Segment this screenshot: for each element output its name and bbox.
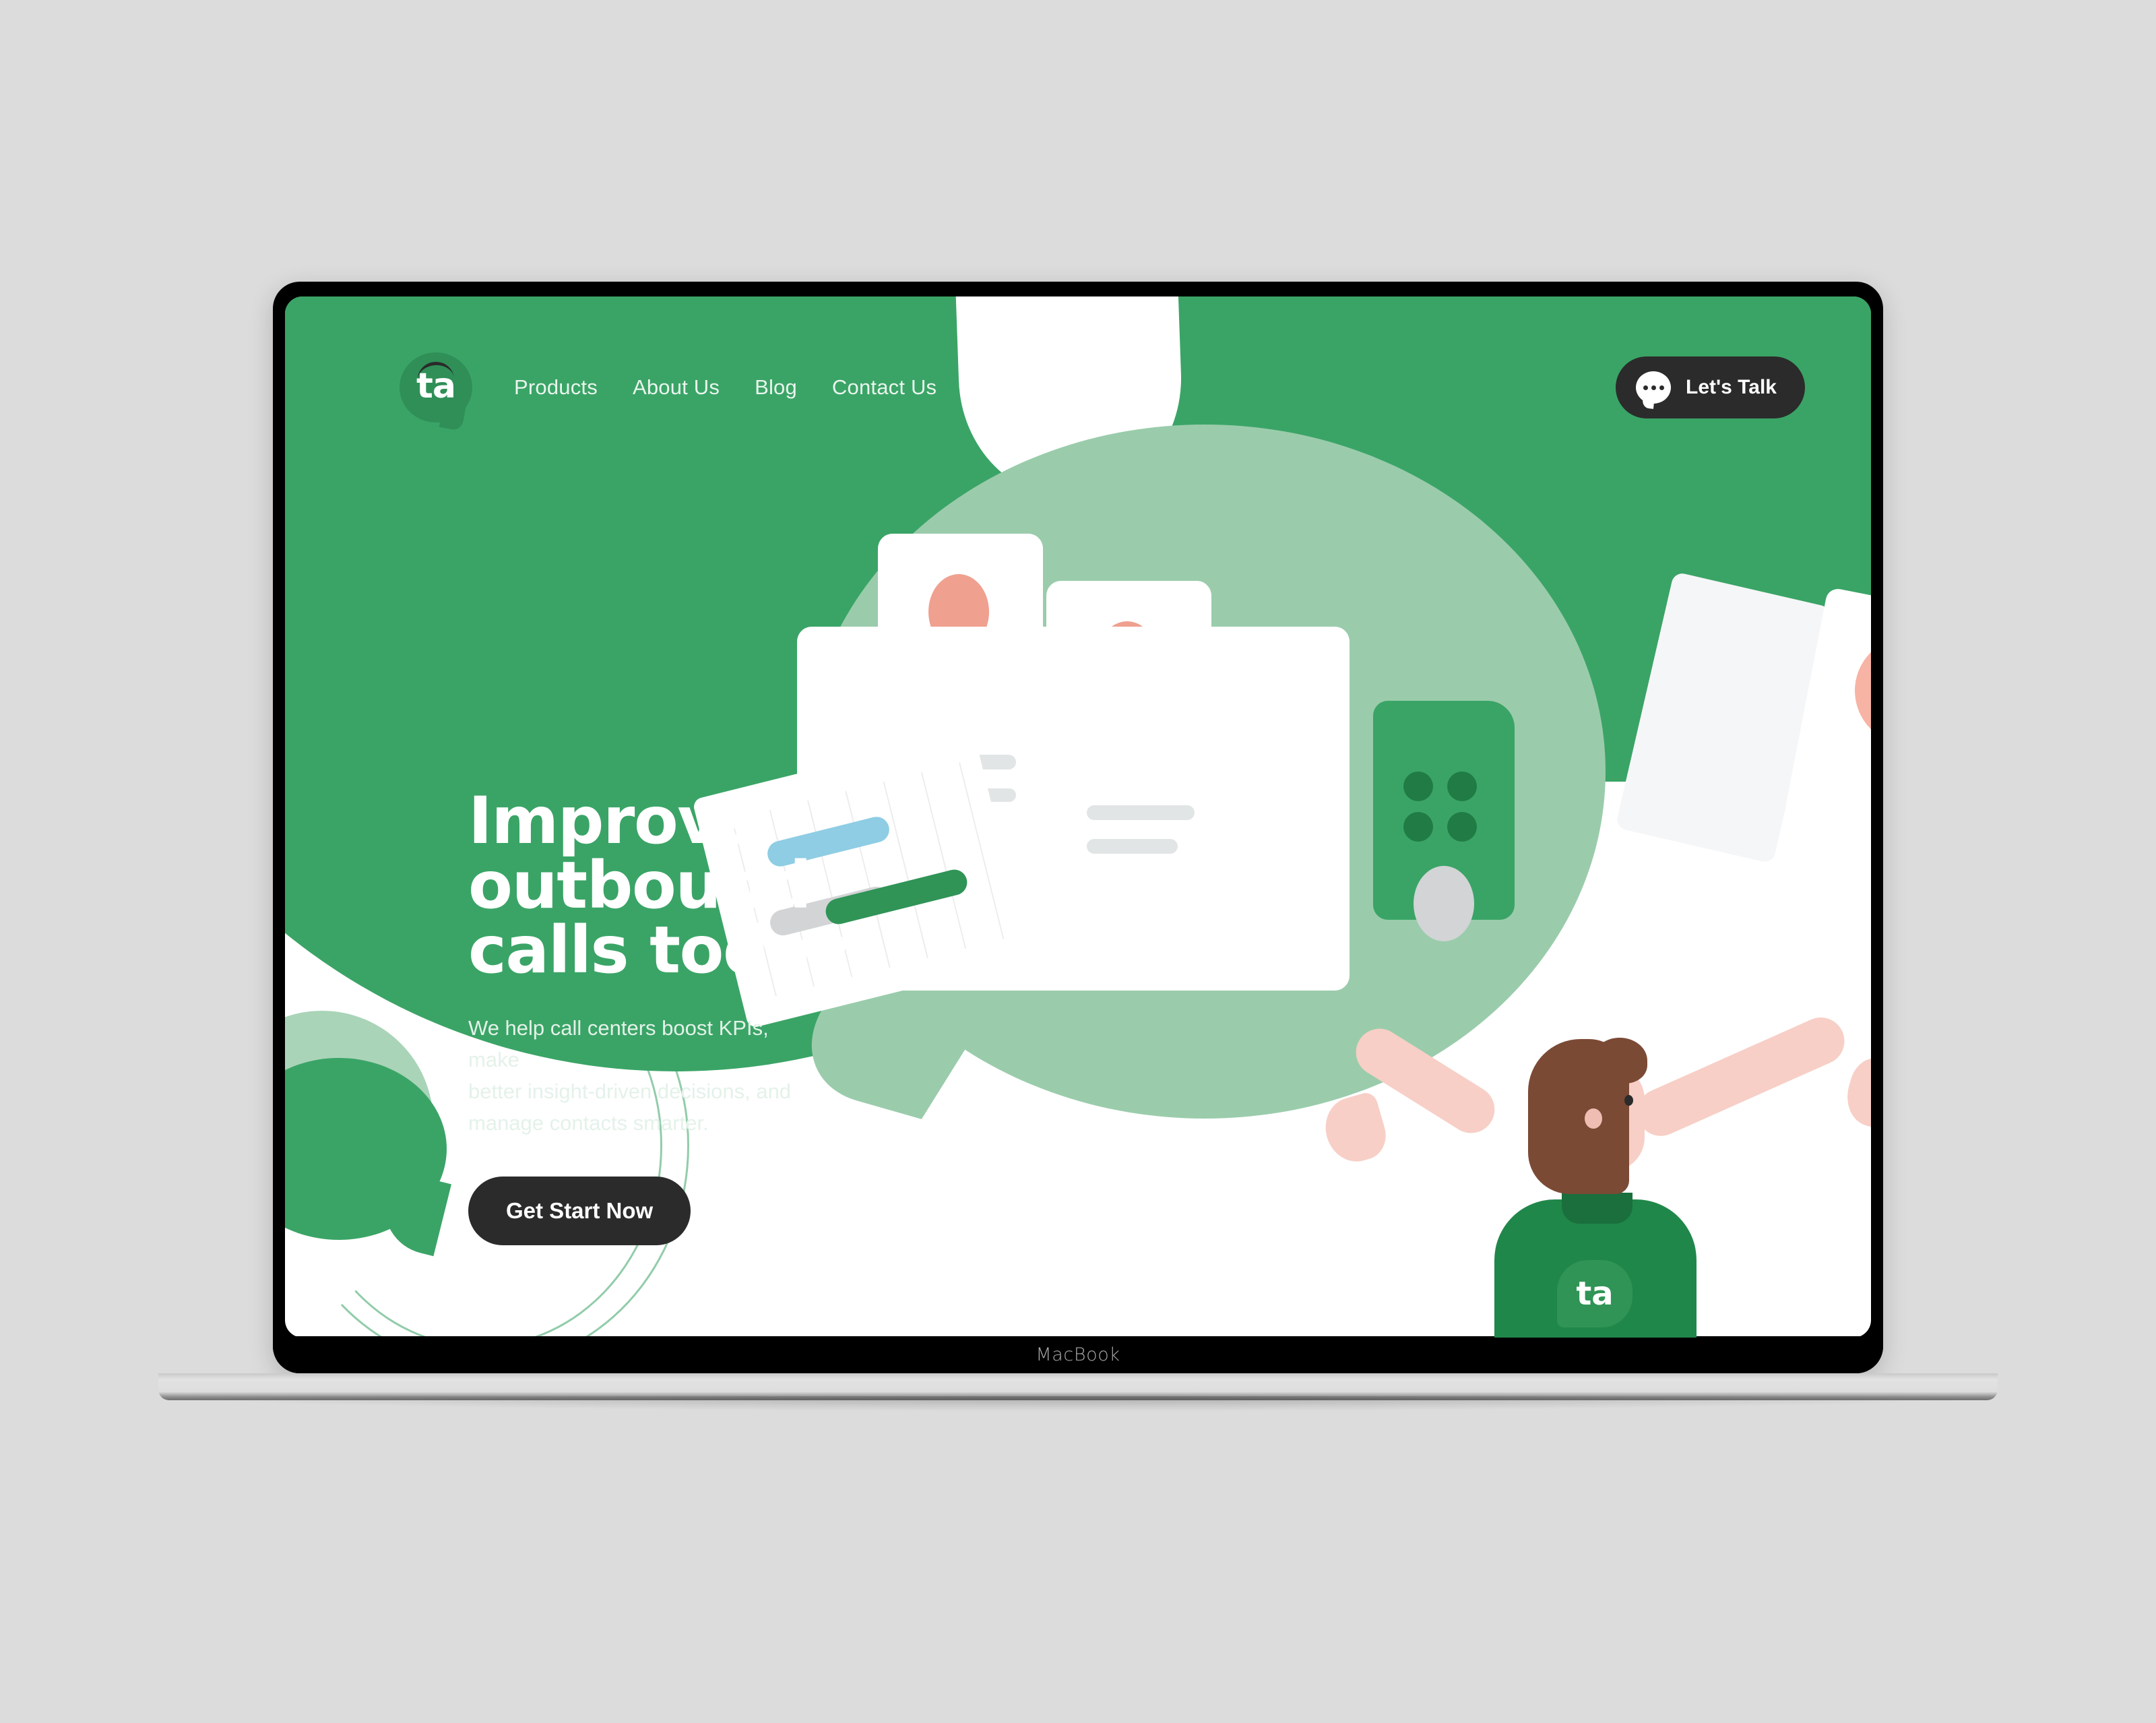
hero-section: Improve outbound calls today We help cal… (468, 783, 980, 1246)
macbook-label: MacBook (1036, 1344, 1120, 1365)
browser-screen: ta ta Products About Us Blog Contact Us (285, 296, 1871, 1338)
hero-subtitle: We help call centers boost KPIs, make be… (468, 1016, 792, 1135)
main-nav: Products About Us Blog Contact Us (514, 375, 937, 400)
laptop-chin: MacBook (273, 1336, 1883, 1373)
lets-talk-label: Let's Talk (1686, 376, 1777, 398)
nav-item-contact-us[interactable]: Contact Us (832, 375, 937, 400)
lets-talk-button[interactable]: Let's Talk (1616, 356, 1805, 418)
laptop-base-shadow (168, 1396, 1988, 1411)
get-start-now-button[interactable]: Get Start Now (468, 1177, 691, 1246)
hero-title: Improve outbound calls today (468, 783, 851, 988)
site-header: ta Products About Us Blog Contact Us Let… (285, 350, 1871, 431)
chat-bubble-icon (1636, 371, 1672, 409)
nav-item-products[interactable]: Products (514, 375, 598, 400)
brand-logo[interactable]: ta (400, 352, 472, 431)
macbook-mockup: ta ta Products About Us Blog Contact Us (273, 282, 1883, 1373)
nav-item-blog[interactable]: Blog (755, 375, 797, 400)
nav-item-about-us[interactable]: About Us (633, 375, 720, 400)
